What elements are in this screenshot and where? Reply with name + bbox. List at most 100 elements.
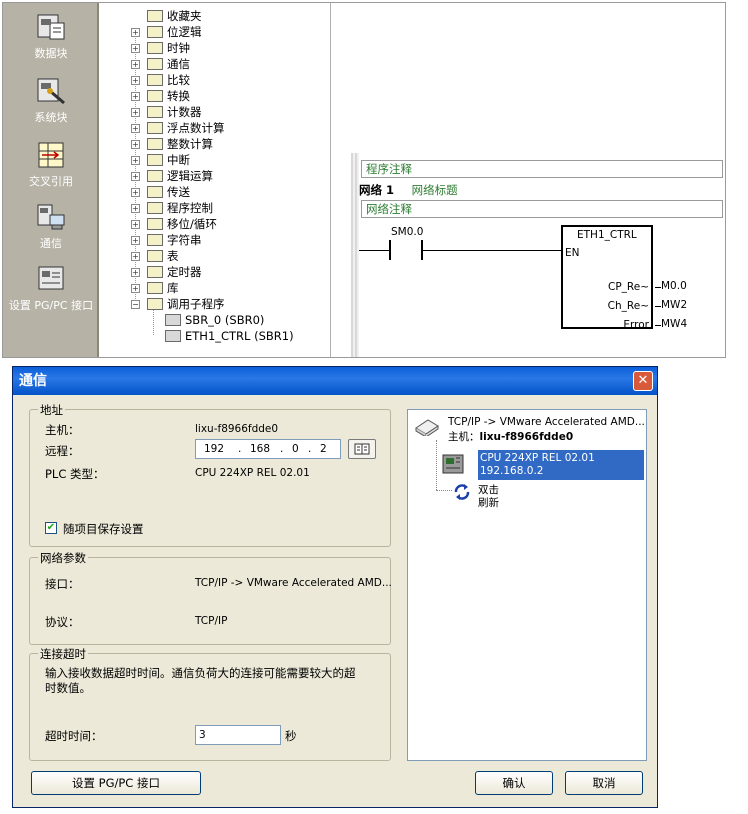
remote-label: 远程： (45, 444, 80, 458)
cancel-button[interactable]: 取消 (565, 771, 643, 795)
expand-icon[interactable]: + (131, 284, 140, 293)
expand-icon[interactable]: + (131, 92, 140, 101)
tree-item[interactable]: + 通信 (107, 56, 327, 72)
move-icon (147, 186, 163, 198)
communication-dialog: 通信 ✕ 地址 主机： lixu-f8966fdde0 远程： 192 . 16… (12, 366, 658, 808)
refresh-line-2[interactable]: 刷新 (478, 495, 499, 510)
system-block-icon (36, 77, 66, 105)
eth1-ctrl-block[interactable]: ETH1_CTRL EN CP_Re~ Ch_Re~ Error (561, 225, 653, 331)
tree-item[interactable]: 收藏夹 (107, 8, 327, 24)
tree-item[interactable]: − 调用子程序 (107, 296, 327, 312)
tree-item[interactable]: + 表 (107, 248, 327, 264)
output-pin-2: Error (623, 319, 649, 331)
instruction-tree: 收藏夹 + 位逻辑 + 时钟 + 通信 + 比较 + 转换 + 计数器 + 浮点数计算 + 整数计算 + 中断 + 逻辑… (107, 3, 331, 357)
expand-icon[interactable]: + (131, 44, 140, 53)
tree-item-label: 位逻辑 (167, 25, 202, 39)
tree-item[interactable]: + 时钟 (107, 40, 327, 56)
expand-icon[interactable]: + (131, 140, 140, 149)
timeout-description-2: 时数值。 (45, 681, 91, 695)
ok-button[interactable]: 确认 (475, 771, 553, 795)
ip-dot-1: . (238, 443, 242, 455)
editor-gutter (351, 153, 359, 357)
remote-ip-input[interactable]: 192 . 168 . 0 . 2 (195, 439, 341, 459)
expand-icon[interactable]: + (131, 220, 140, 229)
interrupt-icon (147, 154, 163, 166)
expand-icon[interactable]: + (131, 76, 140, 85)
tree-item-label: 定时器 (167, 265, 202, 279)
tree-item[interactable]: + 中断 (107, 152, 327, 168)
network-title[interactable]: 网络标题 (412, 183, 458, 197)
tree-item[interactable]: + 定时器 (107, 264, 327, 280)
nav-system-block-label: 系统块 (34, 111, 68, 124)
tree-subroutine-item[interactable]: ETH1_CTRL (SBR1) (125, 328, 325, 344)
expand-icon[interactable]: + (131, 268, 140, 277)
nav-cross-reference[interactable]: 交叉引用 (3, 141, 99, 189)
tree-subroutine-item[interactable]: SBR_0 (SBR0) (125, 312, 325, 328)
tree-item-label: 转换 (167, 89, 190, 103)
save-with-project-checkbox[interactable]: ✔ (45, 522, 57, 534)
timeout-input[interactable]: 3 (195, 725, 281, 745)
ip-octet-2[interactable]: 168 (250, 440, 270, 458)
data-block-icon (36, 13, 66, 41)
tree-item[interactable]: + 字符串 (107, 232, 327, 248)
nav-communication[interactable]: 通信 (3, 203, 99, 251)
tree-item[interactable]: + 位逻辑 (107, 24, 327, 40)
selected-cpu-node[interactable]: CPU 224XP REL 02.01 192.168.0.2 (478, 450, 644, 480)
nav-system-block[interactable]: 系统块 (3, 77, 99, 125)
network-comment-bar[interactable]: 网络注释 (361, 200, 723, 218)
ip-octet-3[interactable]: 0 (292, 440, 299, 458)
collapse-icon[interactable]: − (131, 300, 140, 309)
tree-item[interactable]: + 传送 (107, 184, 327, 200)
tree-item[interactable]: + 整数计算 (107, 136, 327, 152)
dialog-title-bar[interactable]: 通信 (13, 367, 657, 395)
tree-item[interactable]: + 计数器 (107, 104, 327, 120)
expand-icon[interactable]: + (131, 124, 140, 133)
close-icon[interactable]: ✕ (633, 371, 653, 391)
tree-item[interactable]: + 转换 (107, 88, 327, 104)
tree-subroutine-label: SBR_0 (SBR0) (185, 313, 265, 327)
network-card-icon (415, 419, 439, 436)
communication-icon (147, 58, 163, 70)
subroutine-icon (165, 314, 181, 326)
output-operand-1[interactable]: MW2 (661, 299, 687, 311)
nav-data-block[interactable]: 数据块 (3, 13, 99, 61)
save-with-project-label[interactable]: 随项目保存设置 (63, 521, 144, 537)
expand-icon[interactable]: + (131, 252, 140, 261)
contact-output-wire (423, 250, 561, 251)
expand-icon[interactable]: + (131, 156, 140, 165)
set-pgpc-button[interactable]: 设置 PG/PC 接口 (31, 771, 201, 795)
tree-item[interactable]: + 程序控制 (107, 200, 327, 216)
timeout-unit: 秒 (285, 729, 297, 743)
tree-item[interactable]: + 库 (107, 280, 327, 296)
address-book-button[interactable] (348, 439, 376, 459)
address-book-icon (354, 443, 370, 455)
expand-icon[interactable]: + (131, 60, 140, 69)
tree-item[interactable]: + 比较 (107, 72, 327, 88)
tree-item[interactable]: + 逻辑运算 (107, 168, 327, 184)
contact-left-bar (389, 240, 391, 260)
expand-icon[interactable]: + (131, 188, 140, 197)
program-comment-bar[interactable]: 程序注释 (361, 160, 723, 178)
expand-icon[interactable]: + (131, 28, 140, 37)
ip-octet-1[interactable]: 192 (204, 440, 224, 458)
expand-icon[interactable]: + (131, 172, 140, 181)
expand-icon[interactable]: + (131, 204, 140, 213)
nav-data-block-label: 数据块 (34, 47, 68, 60)
tree-item[interactable]: + 移位/循环 (107, 216, 327, 232)
tree-item[interactable]: + 浮点数计算 (107, 120, 327, 136)
ip-octet-4[interactable]: 2 (320, 440, 327, 458)
integer-math-icon (147, 138, 163, 150)
communication-icon (36, 203, 66, 231)
expand-icon[interactable]: + (131, 108, 140, 117)
timeout-label: 超时时间： (45, 729, 103, 743)
set-pgpc-interface-icon (36, 265, 66, 293)
cpu-line-1: CPU 224XP REL 02.01 (480, 452, 595, 464)
contact-operand[interactable]: SM0.0 (391, 226, 423, 238)
network-browser-pane[interactable]: TCP/IP -> VMware Accelerated AMD... 主机：l… (407, 409, 647, 761)
tree-item-label: 浮点数计算 (167, 121, 225, 135)
output-operand-2[interactable]: MW4 (661, 318, 687, 330)
tree-item-label: 调用子程序 (167, 297, 225, 311)
expand-icon[interactable]: + (131, 236, 140, 245)
nav-set-pgpc-interface[interactable]: 设置 PG/PC 接口 (3, 265, 99, 313)
output-operand-0[interactable]: M0.0 (661, 280, 687, 292)
